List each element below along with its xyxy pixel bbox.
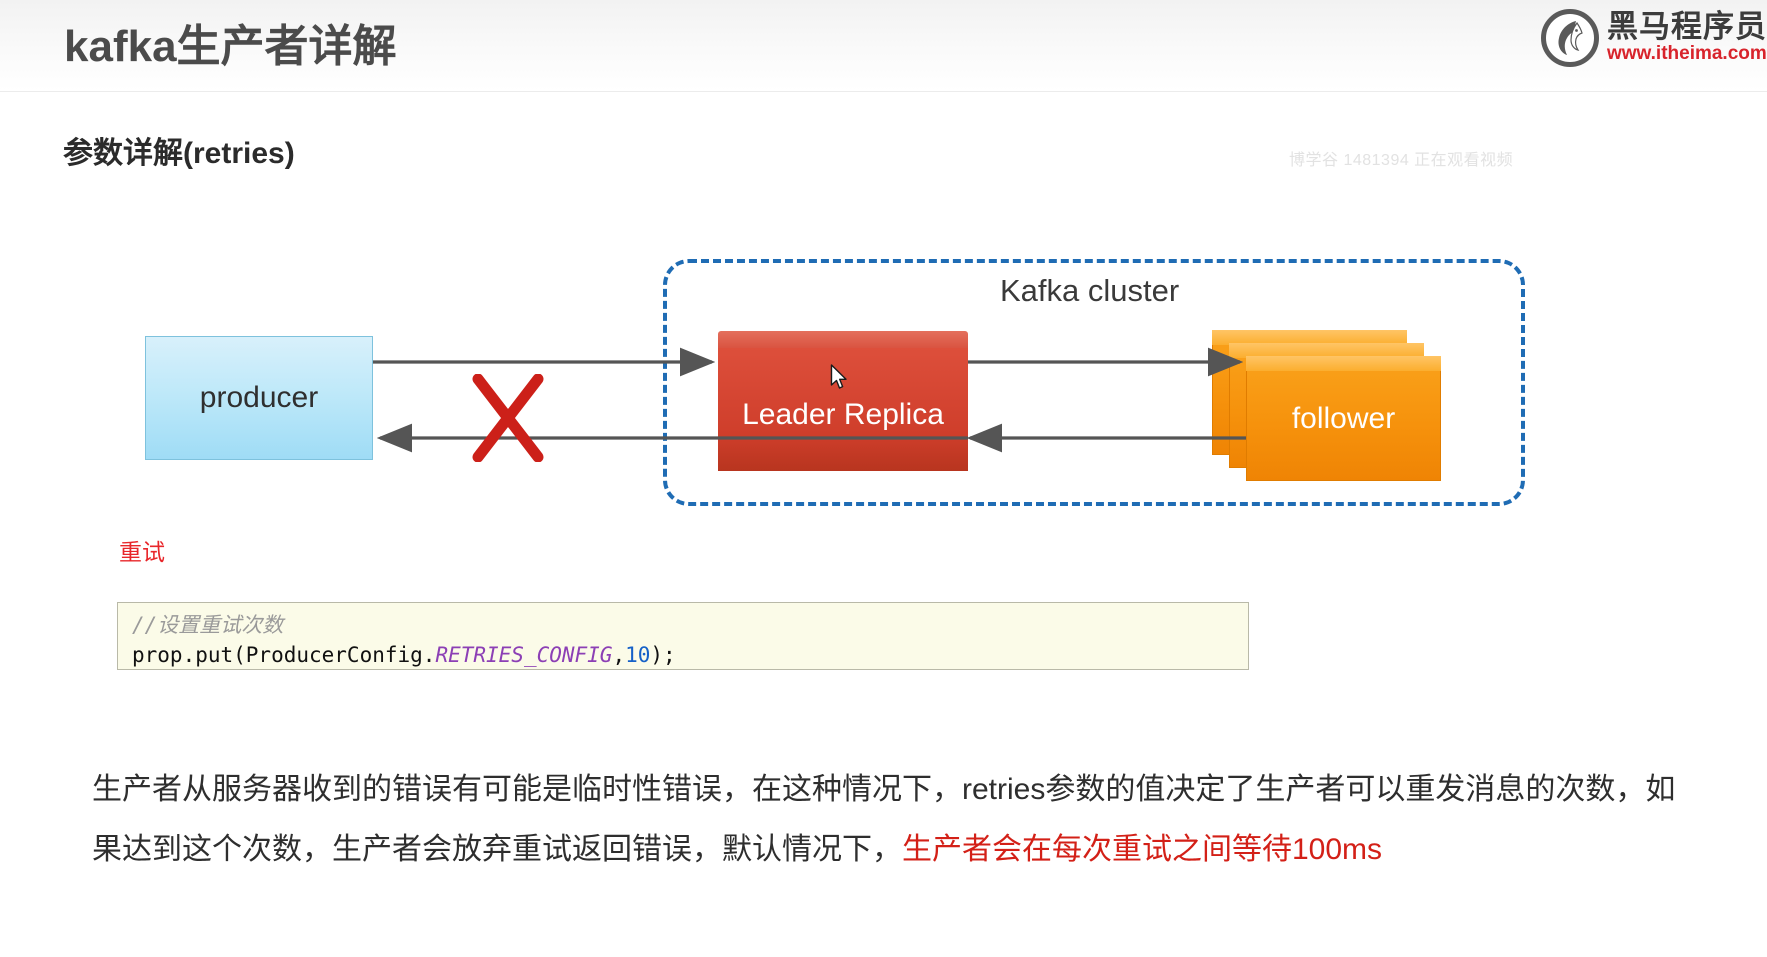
brand-name: 黑马程序员 xyxy=(1607,9,1767,45)
follower-node-stack: follower xyxy=(1212,330,1447,485)
follower-label: follower xyxy=(1291,401,1396,435)
failure-x-icon xyxy=(472,374,544,462)
body-paragraph: 生产者从服务器收到的错误有可能是临时性错误，在这种情况下，retries参数的值… xyxy=(92,760,1692,880)
leader-replica-top-face xyxy=(718,331,968,349)
retry-note-label: 重试 xyxy=(119,539,165,565)
code-statement-line: prop.put(ProducerConfig.RETRIES_CONFIG,1… xyxy=(132,641,1248,671)
leader-replica-node: Leader Replica xyxy=(718,331,968,471)
code-snippet: //设置重试次数 prop.put(ProducerConfig.RETRIES… xyxy=(117,602,1249,670)
section-heading: 参数详解(retries) xyxy=(63,137,295,170)
producer-node: producer xyxy=(145,336,373,460)
brand-url: www.itheima.com xyxy=(1607,42,1767,64)
viewer-watermark: 博学谷 1481394 正在观看视频 xyxy=(1289,152,1514,169)
brand-logo: 黑马程序员 www.itheima.com xyxy=(1541,6,1767,70)
page-title: kafka生产者详解 xyxy=(64,22,397,71)
code-statement-prefix: prop.put(ProducerConfig. xyxy=(132,642,436,667)
paragraph-highlight: 生产者会在每次重试之间等待100ms xyxy=(902,833,1383,866)
paragraph-text: 生产者从服务器收到的错误有可能是临时性错误，在这种情况下，retries参数的值… xyxy=(92,773,1676,866)
producer-label: producer xyxy=(199,381,319,414)
kafka-cluster-label: Kafka cluster xyxy=(1000,273,1180,308)
code-comment-text: //设置重试次数 xyxy=(132,613,284,637)
leader-replica-label: Leader Replica xyxy=(742,397,944,431)
code-comma-token: , xyxy=(612,642,626,667)
code-constant-token: RETRIES_CONFIG xyxy=(435,642,613,667)
page-header: kafka生产者详解 黑马程序员 www.itheima.com xyxy=(0,0,1767,92)
code-statement-suffix: ); xyxy=(650,642,676,667)
code-comment-line: //设置重试次数 xyxy=(132,611,1248,641)
mouse-pointer-arrow-icon xyxy=(830,364,847,389)
code-number-token: 10 xyxy=(625,642,651,667)
horse-head-circle-logo-icon xyxy=(1541,9,1599,67)
